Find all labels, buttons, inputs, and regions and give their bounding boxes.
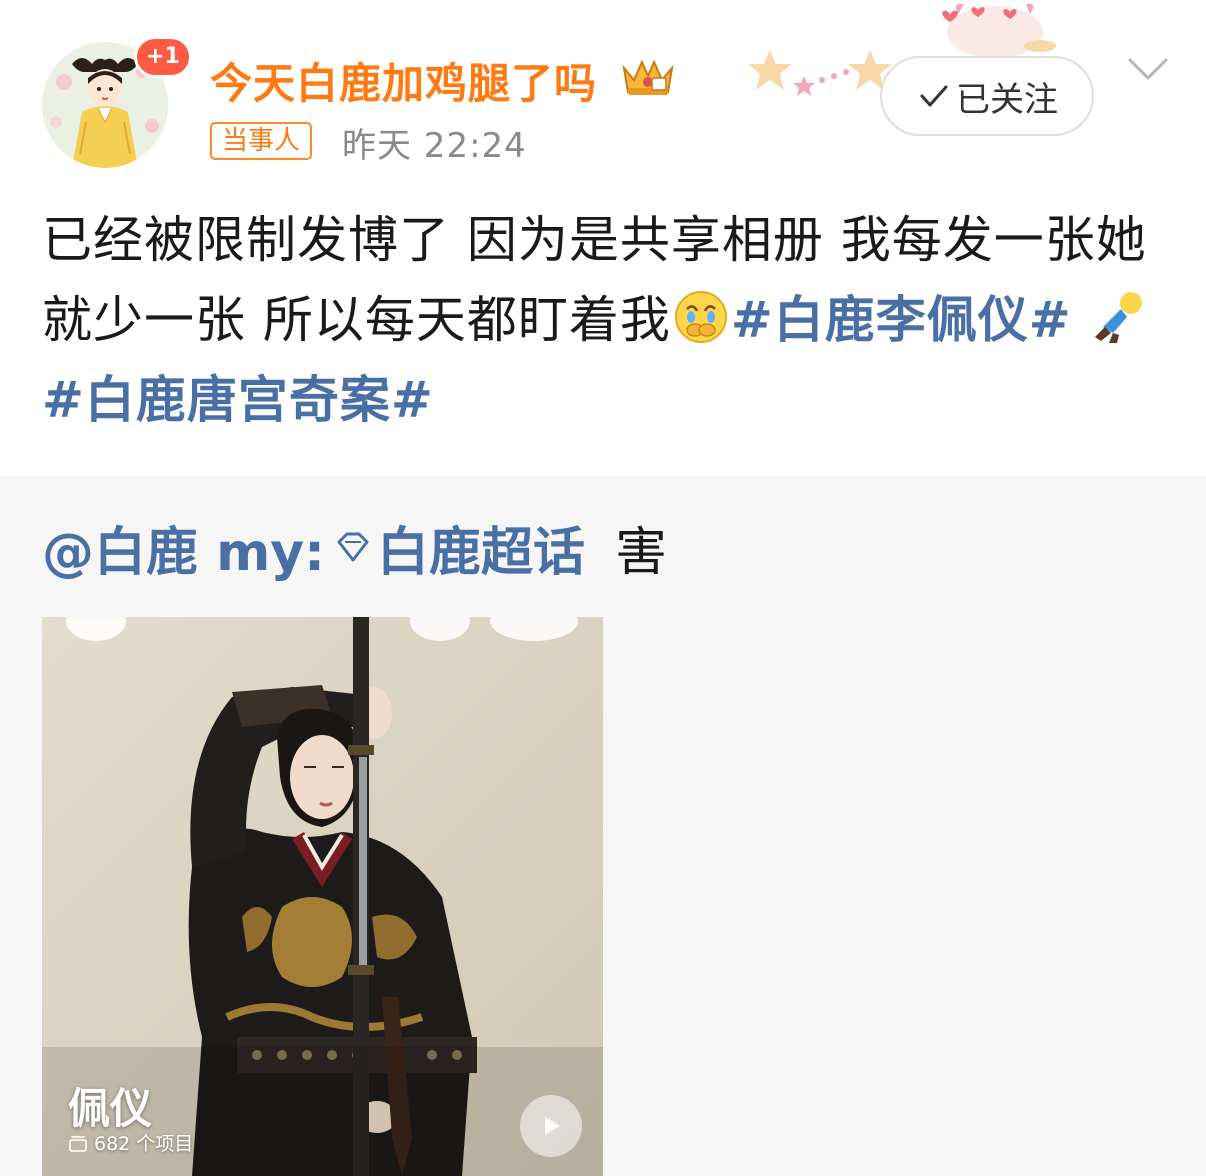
user-avatar[interactable]: +1 <box>42 36 192 168</box>
hashtag-link-2[interactable]: #白鹿唐宫奇案# <box>42 371 434 429</box>
username[interactable]: 今天白鹿加鸡腿了吗 <box>210 50 597 111</box>
post-timestamp: 昨天 22:24 <box>342 126 527 166</box>
album-count-label: 682 个项目 <box>94 1133 194 1155</box>
diamond-icon <box>337 532 369 561</box>
post-text: 已经被限制发博了 因为是共享相册 我每发一张她就少一张 所以每天都盯着我 #白鹿… <box>42 200 1172 440</box>
crown-icon <box>622 59 674 95</box>
mention-link[interactable]: @白鹿 my: <box>42 510 325 585</box>
falling-person-emoji <box>1094 292 1142 343</box>
repost-photo[interactable]: 佩仪 682 个项目 <box>42 617 603 1176</box>
chevron-down-icon[interactable] <box>1126 52 1170 86</box>
album-stack-icon <box>69 1135 87 1152</box>
crying-covering-mouth-emoji <box>674 291 727 343</box>
play-icon <box>545 1117 560 1135</box>
repost-card[interactable]: @白鹿 my: 白鹿超话 害 佩仪 682 个项目 <box>0 476 1206 1176</box>
follow-button[interactable]: 已关注 <box>880 56 1094 136</box>
hashtag-link-1[interactable]: #白鹿李佩仪# <box>731 291 1072 349</box>
supertopic-link[interactable]: 白鹿超话 <box>377 510 585 585</box>
post-header: +1 今天白鹿加鸡腿了吗 当事人 昨天 22:24 已关注 <box>0 0 1206 190</box>
repost-text-line: @白鹿 my: 白鹿超话 害 <box>42 510 667 585</box>
check-icon <box>920 85 948 107</box>
album-title: 佩仪 <box>68 1084 153 1133</box>
play-button[interactable] <box>520 1095 582 1157</box>
follow-button-label: 已关注 <box>956 79 1058 120</box>
avatar-badge: +1 <box>134 36 192 78</box>
party-tag: 当事人 <box>210 122 313 160</box>
album-item-count: 682 个项目 <box>68 1129 193 1156</box>
repost-text: 害 <box>615 523 668 583</box>
